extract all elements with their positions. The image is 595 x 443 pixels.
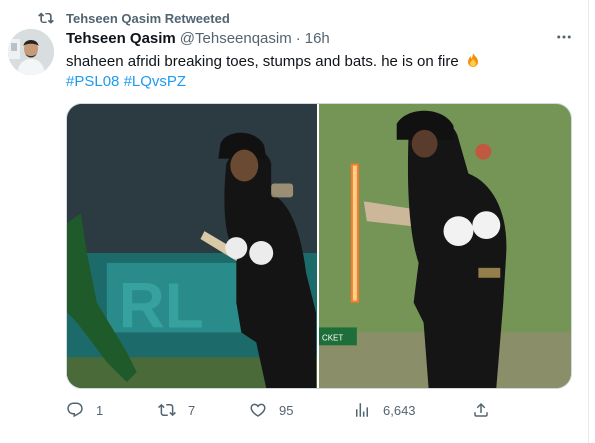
hashtag-psl08[interactable]: #PSL08 [66,73,119,90]
views-count: 6,643 [383,402,416,418]
hashtag-lqvspz[interactable]: #LQvsPZ [124,73,187,90]
like-icon [249,401,267,419]
timestamp[interactable]: 16h [305,30,330,47]
header-separator: · [295,30,301,47]
views-icon [353,401,371,419]
media-photo-right[interactable]: CKET [319,104,571,388]
like-button[interactable]: 95 [249,401,293,419]
svg-text:RL: RL [119,271,204,342]
avatar[interactable] [8,29,54,75]
retweet-button[interactable]: 7 [158,401,195,419]
tweet-text: shaheen afridi breaking toes, stumps and… [66,52,481,72]
fire-emoji-icon [465,52,481,68]
reply-button[interactable]: 1 [66,401,103,419]
share-icon [472,401,490,419]
retweet-icon [38,10,54,26]
media-grid: RL CKET [66,103,572,389]
more-icon [555,28,573,51]
reply-count: 1 [96,402,104,418]
retweet-count: 7 [188,402,196,418]
views-button[interactable]: 6,643 [353,401,416,419]
author-handle[interactable]: @Tehseenqasim [180,30,292,47]
share-button[interactable] [472,401,490,419]
retweet-icon [158,401,176,419]
more-button[interactable] [553,30,575,48]
retweeted-by-label[interactable]: Tehseen Qasim Retweeted [66,11,230,26]
tweet-card[interactable]: Tehseen Qasim Retweeted Tehseen Qasim @T… [0,0,589,443]
tweet-header: Tehseen Qasim @Tehseenqasim · 16h [66,30,330,47]
like-count: 95 [279,402,294,418]
reply-icon [66,401,84,419]
author-name[interactable]: Tehseen Qasim [66,30,176,47]
tweet-text-content: shaheen afridi breaking toes, stumps and… [66,53,459,70]
hashtags: #PSL08 #LQvsPZ [66,72,186,92]
social-context: Tehseen Qasim Retweeted [38,9,230,27]
svg-text:CKET: CKET [322,333,343,342]
media-photo-left[interactable]: RL [67,104,317,388]
tweet-actions: 1 7 95 6,643 [66,401,496,421]
